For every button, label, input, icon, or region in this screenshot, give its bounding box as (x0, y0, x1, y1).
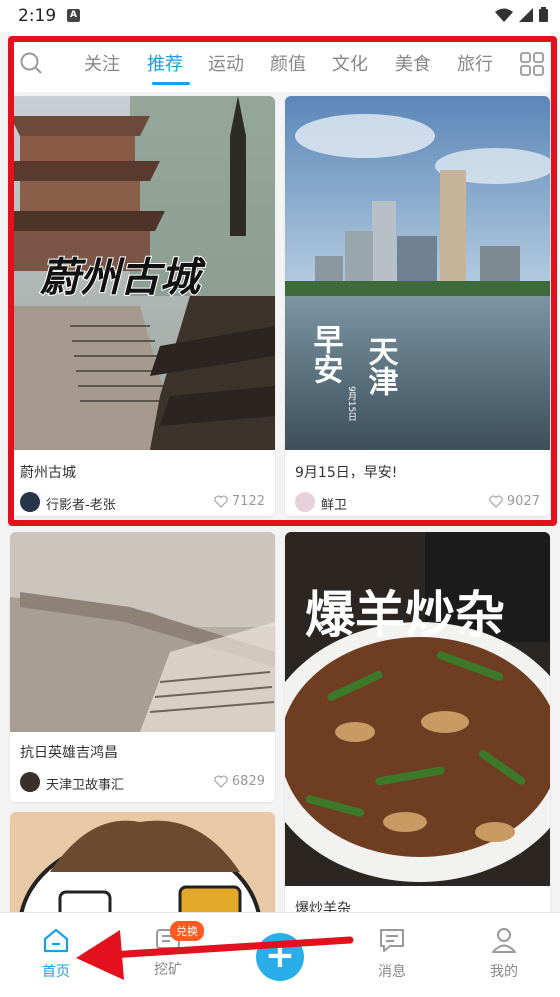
avatar (295, 492, 315, 512)
card-title: 抗日英雄吉鸿昌 (20, 745, 118, 761)
bottom-nav: 首页 挖矿 兑换 + 消息 我的 (0, 912, 560, 997)
card-image: 蔚州古城 (10, 96, 275, 450)
search-icon[interactable] (20, 52, 42, 74)
card-overlay-text: 早安 (308, 324, 344, 384)
card-image (10, 812, 275, 912)
feed-card[interactable]: 爆羊炒杂 爆炒羊杂 (285, 532, 550, 912)
feed-card[interactable] (10, 812, 275, 912)
grid-menu-icon[interactable] (520, 52, 544, 76)
card-title: 蔚州古城 (20, 465, 76, 481)
user-icon (492, 928, 516, 953)
card-author: 行影者-老张 (46, 498, 116, 513)
battery-icon (539, 7, 548, 22)
card-likes-count: 7122 (231, 494, 265, 509)
card-likes[interactable]: 9027 (489, 494, 540, 509)
message-icon (380, 929, 404, 952)
status-bar: 2:19 A (0, 0, 560, 32)
category-tabs: 关注 推荐 运动 颜值 文化 美食 旅行 (10, 32, 550, 92)
heart-icon (489, 495, 503, 508)
nav-home[interactable]: 首页 (16, 927, 96, 981)
heart-icon (214, 775, 228, 788)
home-icon (43, 928, 69, 953)
nav-messages-label: 消息 (378, 964, 406, 980)
card-likes[interactable]: 6829 (214, 774, 265, 789)
tab-recommend[interactable]: 推荐 (147, 50, 183, 76)
signal-icon (519, 7, 533, 22)
feed-card[interactable]: 蔚州古城 蔚州古城 行影者-老张 7122 (10, 96, 275, 516)
active-tab-indicator (152, 82, 190, 85)
card-image: 早安 天津 9月15日 (285, 96, 550, 450)
notification-a-icon: A (67, 9, 80, 22)
tab-food[interactable]: 美食 (395, 50, 431, 76)
card-author: 天津卫故事汇 (46, 778, 125, 793)
card-title: 爆炒羊杂 (295, 901, 351, 912)
nav-home-label: 首页 (42, 964, 70, 980)
feed-card[interactable]: 早安 天津 9月15日 9月15日，早安! 鲜卫 9027 (285, 96, 550, 516)
card-overlay-text: 爆羊炒杂 (305, 585, 505, 644)
feed-card[interactable]: 抗日英雄吉鸿昌 天津卫故事汇 6829 (10, 532, 275, 802)
exchange-badge[interactable]: 兑换 (170, 921, 204, 941)
tab-culture[interactable]: 文化 (332, 50, 368, 76)
tab-travel[interactable]: 旅行 (457, 50, 493, 76)
card-overlay-date: 9月15日 (346, 386, 357, 421)
tab-follow[interactable]: 关注 (84, 50, 120, 76)
card-title: 9月15日，早安! (295, 465, 398, 481)
card-author: 鲜卫 (321, 498, 348, 513)
card-image (10, 532, 275, 732)
card-likes-count: 9027 (506, 494, 540, 509)
avatar (20, 772, 40, 792)
system-icons (495, 7, 548, 22)
tab-looks[interactable]: 颜值 (270, 50, 306, 76)
avatar (20, 492, 40, 512)
wifi-icon (495, 8, 513, 22)
card-likes[interactable]: 7122 (214, 494, 265, 509)
card-overlay-text: 天津 (363, 336, 399, 396)
card-image: 爆羊炒杂 (285, 532, 550, 886)
heart-icon (214, 495, 228, 508)
nav-me[interactable]: 我的 (464, 927, 544, 981)
card-overlay-text: 蔚州古城 (39, 254, 206, 301)
nav-messages[interactable]: 消息 (352, 927, 432, 981)
tab-sports[interactable]: 运动 (208, 50, 244, 76)
nav-mining-label: 挖矿 (154, 962, 182, 978)
card-likes-count: 6829 (231, 774, 265, 789)
publish-button[interactable]: + (256, 933, 304, 981)
feed-area: 关注 推荐 运动 颜值 文化 美食 旅行 蔚州古城 蔚州古城 行影者-老张 71… (0, 32, 560, 912)
nav-me-label: 我的 (490, 964, 518, 980)
status-time: 2:19 (18, 6, 57, 26)
